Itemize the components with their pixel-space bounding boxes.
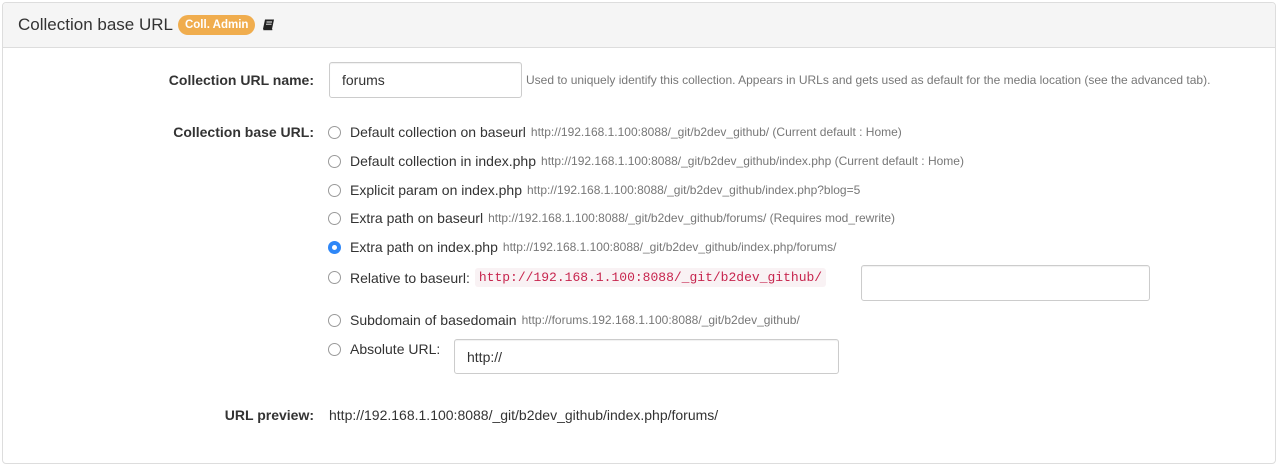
option-label: Relative to baseurl: xyxy=(350,269,470,286)
option-label: Absolute URL: xyxy=(350,341,441,357)
option-label: Default collection on baseurl xyxy=(350,124,526,140)
url-name-label: Collection URL name: xyxy=(168,72,314,88)
url-name-help: Used to uniquely identify this collectio… xyxy=(526,73,1211,87)
option-extra-path-baseurl[interactable]: Extra path on baseurl http://192.168.1.1… xyxy=(328,210,895,226)
base-url-label: Collection base URL: xyxy=(173,124,314,140)
book-icon[interactable] xyxy=(262,19,275,31)
relative-url-input[interactable] xyxy=(861,265,1150,301)
option-absolute[interactable]: Absolute URL: xyxy=(328,341,440,357)
radio-relative[interactable] xyxy=(328,271,341,284)
relative-base-code: http://192.168.1.100:8088/_git/b2dev_git… xyxy=(474,268,827,287)
coll-admin-badge: Coll. Admin xyxy=(177,15,256,35)
option-note: http://192.168.1.100:8088/_git/b2dev_git… xyxy=(530,125,902,139)
option-note: http://192.168.1.100:8088/_git/b2dev_git… xyxy=(541,154,964,168)
option-explicit-param[interactable]: Explicit param on index.php http://192.1… xyxy=(328,182,860,198)
radio-extra-path-baseurl[interactable] xyxy=(328,211,341,225)
option-subdomain[interactable]: Subdomain of basedomain http://forums.19… xyxy=(328,312,800,328)
url-preview-label: URL preview: xyxy=(224,407,314,423)
radio-baseurl[interactable] xyxy=(328,125,341,139)
panel-heading: Collection base URL Coll. Admin xyxy=(3,3,1275,48)
option-note: http://192.168.1.100:8088/_git/b2dev_git… xyxy=(502,240,837,254)
option-relative[interactable]: Relative to baseurl: http://192.168.1.10… xyxy=(328,268,827,287)
option-index-php[interactable]: Default collection in index.php http://1… xyxy=(328,153,964,169)
option-label: Default collection in index.php xyxy=(350,153,537,169)
option-note: http://192.168.1.100:8088/_git/b2dev_git… xyxy=(527,183,861,197)
url-name-input[interactable] xyxy=(329,62,522,98)
option-baseurl[interactable]: Default collection on baseurl http://192… xyxy=(328,124,902,140)
radio-absolute[interactable] xyxy=(328,342,341,356)
option-label: Subdomain of basedomain xyxy=(350,312,517,328)
option-label: Extra path on baseurl xyxy=(350,210,484,226)
panel-title: Collection base URL xyxy=(18,15,173,34)
radio-subdomain[interactable] xyxy=(328,313,341,327)
option-extra-path-index[interactable]: Extra path on index.php http://192.168.1… xyxy=(328,239,836,255)
option-label: Extra path on index.php xyxy=(350,239,498,255)
radio-extra-path-index[interactable] xyxy=(328,240,341,254)
url-preview-value: http://192.168.1.100:8088/_git/b2dev_git… xyxy=(329,407,719,423)
radio-explicit-param[interactable] xyxy=(328,183,341,197)
option-label: Explicit param on index.php xyxy=(350,182,522,198)
radio-index-php[interactable] xyxy=(328,154,341,168)
option-note: http://192.168.1.100:8088/_git/b2dev_git… xyxy=(488,211,896,225)
option-note: http://forums.192.168.1.100:8088/_git/b2… xyxy=(521,313,800,327)
absolute-url-input[interactable] xyxy=(454,339,839,374)
